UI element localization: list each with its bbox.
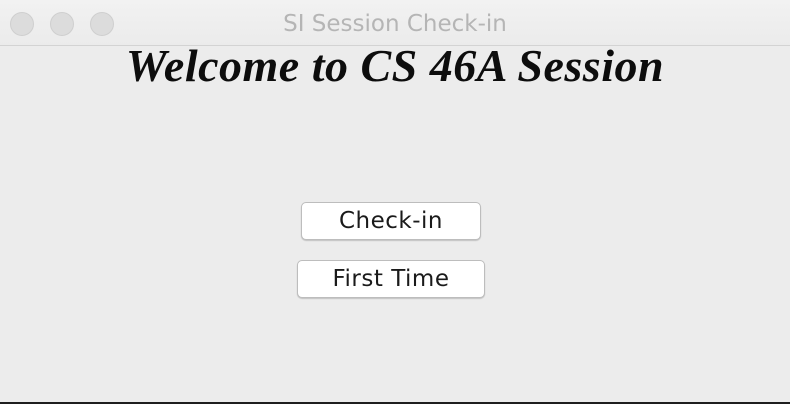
- app-window: SI Session Check-in Welcome to CS 46A Se…: [0, 0, 790, 404]
- welcome-heading: Welcome to CS 46A Session: [125, 40, 665, 91]
- check-in-button[interactable]: Check-in: [301, 202, 481, 240]
- first-time-button[interactable]: First Time: [297, 260, 485, 298]
